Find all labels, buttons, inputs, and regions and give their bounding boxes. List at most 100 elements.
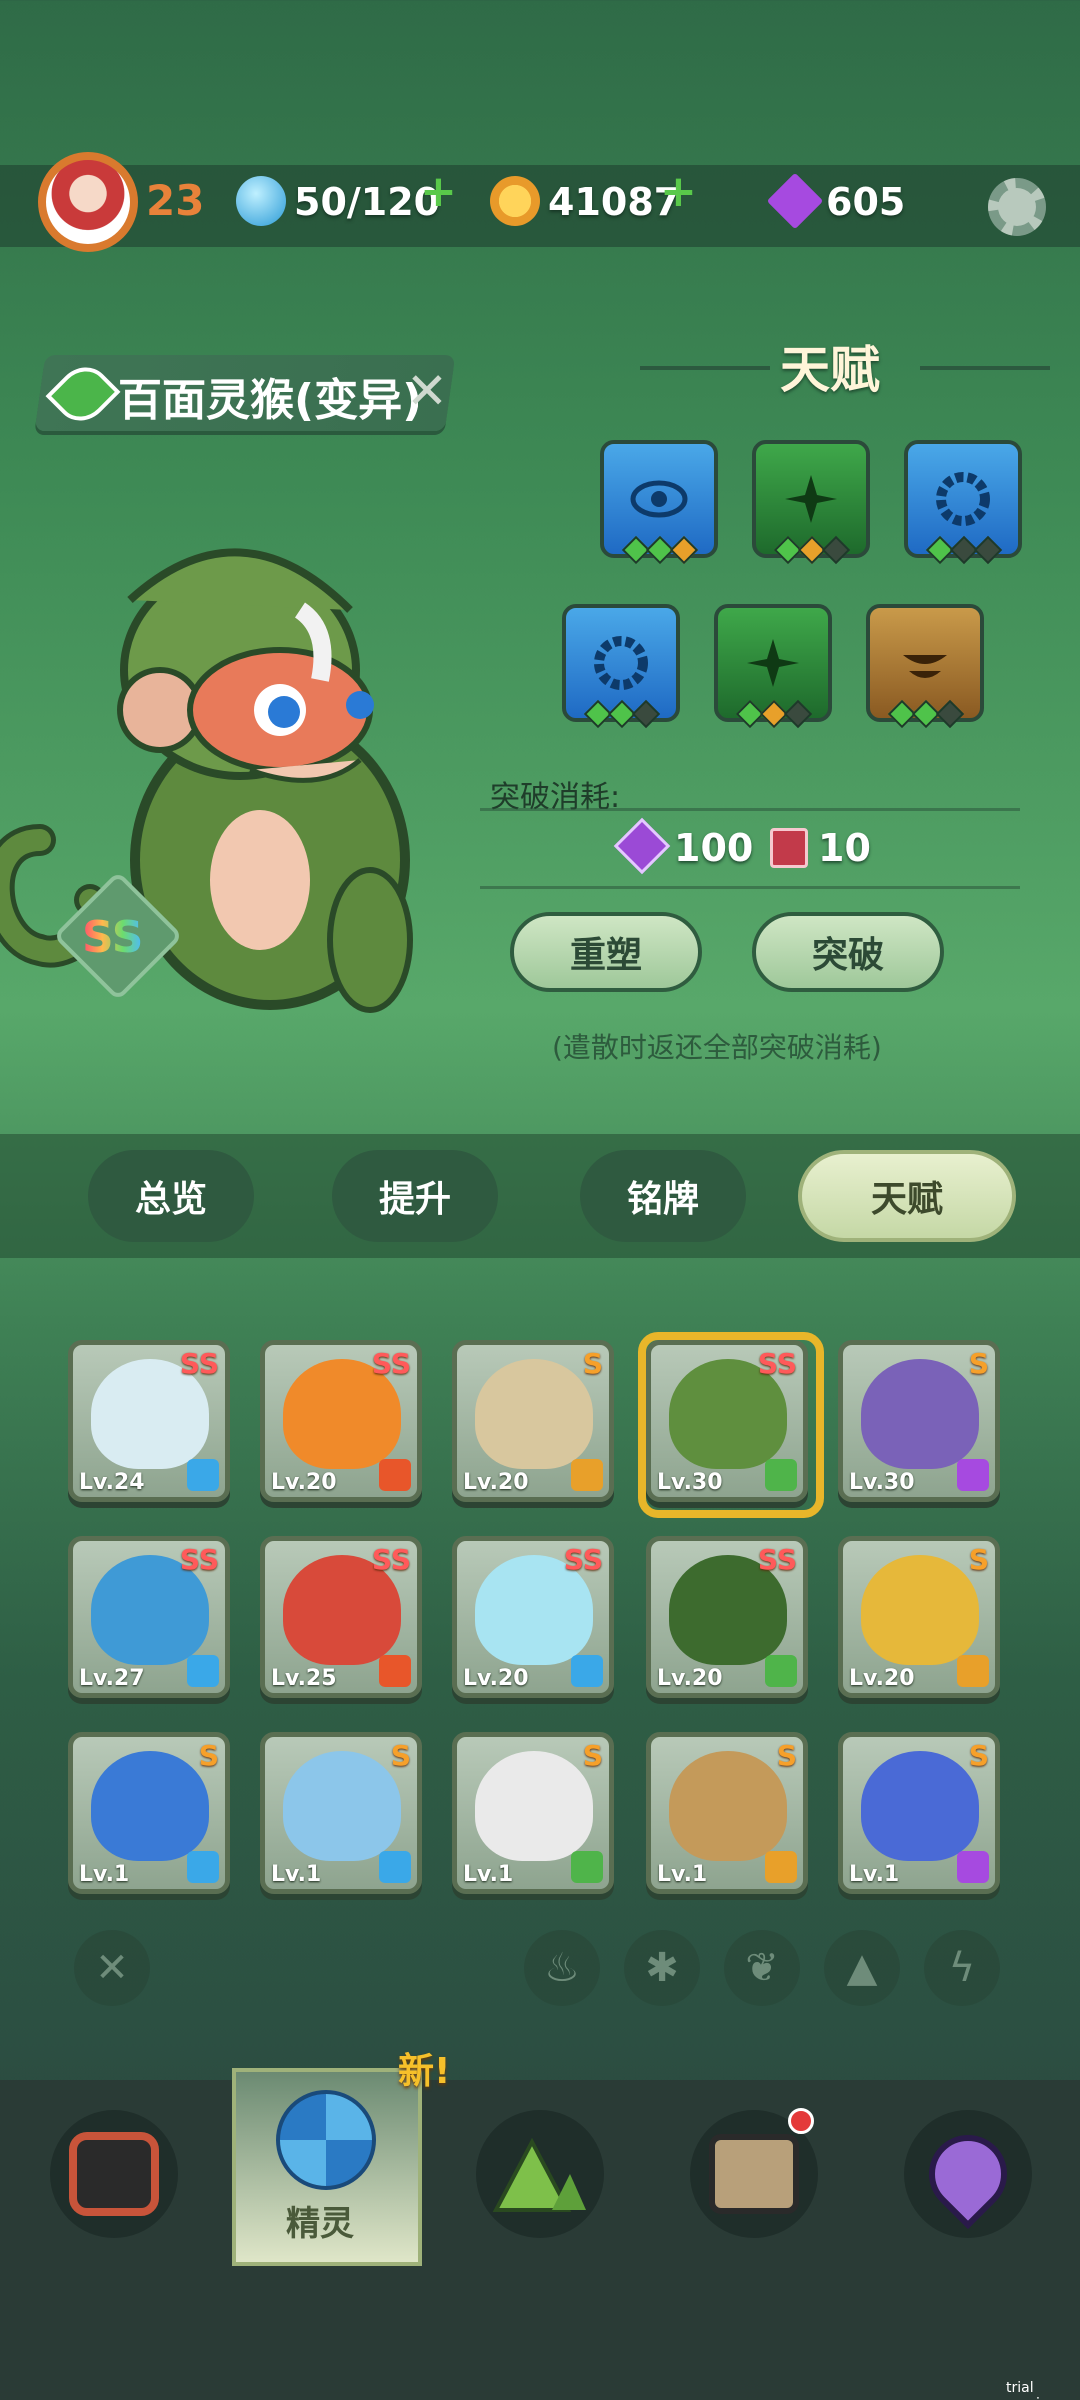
clear-filter-icon[interactable]: ✕	[74, 1930, 150, 2006]
chest-icon	[709, 2134, 799, 2214]
gem-cost-icon	[613, 817, 671, 875]
pet-name: 百面灵猴(变异)	[118, 375, 418, 426]
selection-frame	[638, 1332, 824, 1518]
pet-card-level: Lv.1	[463, 1862, 514, 1887]
talent-card-bowl[interactable]	[866, 604, 984, 729]
tab-nameplate[interactable]: 铭牌	[580, 1150, 746, 1242]
divider	[480, 808, 1020, 811]
pet-card-portrait	[91, 1751, 209, 1861]
earth-filter-icon[interactable]: ▲	[824, 1930, 900, 2006]
pet-card[interactable]: SS Lv.27	[68, 1536, 230, 1698]
fire-element-icon	[379, 1655, 411, 1687]
pet-card-level: Lv.24	[79, 1470, 145, 1495]
pet-card-rank: SS	[371, 1347, 411, 1380]
pet-card-rank: SS	[757, 1543, 797, 1576]
energy-drop-icon	[236, 176, 286, 226]
ice-element-icon	[187, 1655, 219, 1687]
player-avatar[interactable]	[38, 152, 138, 252]
ice-element-icon	[379, 1851, 411, 1883]
pet-card-portrait	[861, 1751, 979, 1861]
pet-card-rank: S	[582, 1739, 603, 1772]
nav-map[interactable]	[476, 2110, 604, 2238]
pet-card-level: Lv.1	[657, 1862, 708, 1887]
pet-card-rank: S	[776, 1739, 797, 1772]
earth-element-icon	[571, 1459, 603, 1491]
pet-card[interactable]: SS Lv.25	[260, 1536, 422, 1698]
pet-card-level: Lv.1	[79, 1862, 130, 1887]
pet-card-portrait	[475, 1359, 593, 1469]
pet-card-portrait	[861, 1359, 979, 1469]
pet-card[interactable]: S Lv.1	[452, 1732, 614, 1894]
divider	[480, 886, 1020, 889]
gem-value: 605	[826, 180, 906, 224]
refund-hint: (遣散时返还全部突破消耗)	[552, 1031, 882, 1064]
grass-filter-icon[interactable]: ❦	[724, 1930, 800, 2006]
fire-filter-icon[interactable]: ♨	[524, 1930, 600, 2006]
talent-card-eye[interactable]	[600, 440, 718, 565]
pet-card-level: Lv.25	[271, 1666, 337, 1691]
nav-spirits-label: 精灵	[286, 2204, 354, 2244]
pet-card[interactable]: S Lv.20	[838, 1536, 1000, 1698]
pet-card[interactable]: S Lv.30	[838, 1340, 1000, 1502]
talent-card-gear-2[interactable]	[562, 604, 680, 729]
bowl-icon	[903, 655, 947, 678]
gear-ring-icon	[594, 636, 648, 690]
nav-battle[interactable]	[50, 2110, 178, 2238]
breakthrough-button[interactable]: 突破	[752, 912, 944, 992]
pet-card-rank: SS	[563, 1543, 603, 1576]
talent-card-gear[interactable]	[904, 440, 1022, 565]
talent-grade-gems	[735, 699, 813, 729]
spike-icon	[747, 639, 799, 687]
pet-card[interactable]: SS Lv.20	[260, 1340, 422, 1502]
earth-element-icon	[765, 1851, 797, 1883]
spirit-swirl-icon	[276, 2090, 376, 2190]
pet-card-level: Lv.20	[463, 1666, 529, 1691]
talent-card-spike-2[interactable]	[714, 604, 832, 729]
pet-card[interactable]: SS Lv.24	[68, 1340, 230, 1502]
book-cost-value: 10	[818, 826, 871, 870]
talent-grade-gems	[887, 699, 965, 729]
ice-element-icon	[187, 1851, 219, 1883]
pet-card-rank: S	[968, 1347, 989, 1380]
player-level: 23	[146, 176, 205, 225]
grass-element-icon	[571, 1851, 603, 1883]
thunder-filter-icon[interactable]: ϟ	[924, 1930, 1000, 2006]
pet-card[interactable]: S Lv.20	[452, 1340, 614, 1502]
reset-button[interactable]: 重塑	[510, 912, 702, 992]
add-coins-button[interactable]: +	[660, 166, 697, 217]
ice-filter-icon[interactable]: ✱	[624, 1930, 700, 2006]
ice-element-icon	[187, 1459, 219, 1491]
pet-card-rank: S	[968, 1739, 989, 1772]
pet-card-level: Lv.1	[849, 1862, 900, 1887]
pet-card-rank: SS	[371, 1543, 411, 1576]
tab-talent[interactable]: 天赋	[798, 1150, 1016, 1242]
gem-cost-value: 100	[674, 826, 754, 870]
pet-card[interactable]: S Lv.1	[646, 1732, 808, 1894]
pet-card[interactable]: SS Lv.20	[646, 1536, 808, 1698]
eye-icon	[630, 480, 688, 518]
mountain-icon	[492, 2137, 586, 2212]
fire-element-icon	[379, 1459, 411, 1491]
title-ornament-left	[640, 366, 770, 370]
pet-card[interactable]: S Lv.1	[260, 1732, 422, 1894]
pet-card-level: Lv.30	[849, 1470, 915, 1495]
pet-card-level: Lv.27	[79, 1666, 145, 1691]
title-ornament-right	[920, 366, 1050, 370]
add-energy-button[interactable]: +	[420, 166, 457, 217]
tab-overview[interactable]: 总览	[88, 1150, 254, 1242]
pet-card[interactable]: SS Lv.20	[452, 1536, 614, 1698]
location-pin-icon	[912, 2118, 1024, 2230]
spike-icon	[785, 475, 837, 523]
nav-location[interactable]	[904, 2110, 1032, 2238]
pet-card-portrait	[669, 1751, 787, 1861]
pet-card[interactable]: S Lv.1	[68, 1732, 230, 1894]
tab-upgrade[interactable]: 提升	[332, 1150, 498, 1242]
settings-gear-icon[interactable]	[988, 178, 1046, 236]
pet-card-portrait	[861, 1555, 979, 1665]
earth-element-icon	[957, 1655, 989, 1687]
talent-grade-gems	[925, 535, 1003, 565]
close-icon[interactable]: ✕	[406, 362, 448, 420]
talent-card-spike[interactable]	[752, 440, 870, 565]
pet-card[interactable]: S Lv.1	[838, 1732, 1000, 1894]
notification-dot	[788, 2108, 814, 2134]
